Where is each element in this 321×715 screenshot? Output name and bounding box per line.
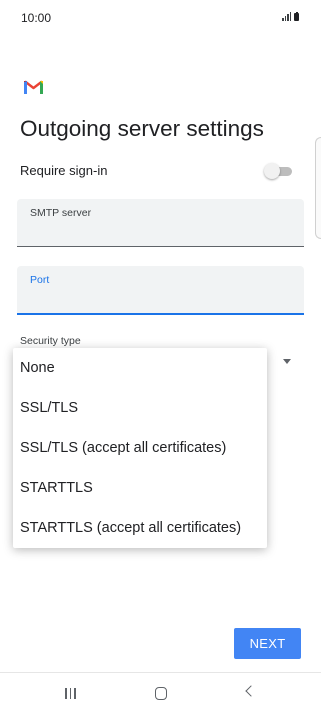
- back-icon[interactable]: [245, 685, 257, 697]
- require-signin-label: Require sign-in: [20, 163, 108, 178]
- security-option-none[interactable]: None: [20, 360, 55, 376]
- navigation-bar: [0, 672, 321, 715]
- security-type-dropdown: None SSL/TLS SSL/TLS (accept all certifi…: [13, 348, 267, 548]
- recent-apps-icon[interactable]: [65, 688, 76, 699]
- status-bar: 10:00: [0, 0, 321, 36]
- security-option-ssl-tls[interactable]: SSL/TLS: [20, 400, 78, 416]
- next-button[interactable]: NEXT: [234, 628, 301, 659]
- page-title: Outgoing server settings: [20, 116, 264, 141]
- security-option-ssl-tls-accept-all[interactable]: SSL/TLS (accept all certificates): [20, 440, 226, 456]
- port-label: Port: [30, 274, 50, 286]
- security-option-starttls[interactable]: STARTTLS: [20, 480, 93, 496]
- smtp-server-label: SMTP server: [30, 207, 92, 219]
- home-icon[interactable]: [155, 687, 167, 700]
- gmail-logo-icon: [24, 80, 43, 94]
- battery-icon: [294, 11, 299, 21]
- port-field[interactable]: Port: [17, 266, 304, 315]
- require-signin-toggle[interactable]: [264, 163, 292, 179]
- status-time: 10:00: [21, 11, 52, 25]
- smtp-server-field[interactable]: SMTP server: [17, 199, 304, 247]
- status-icons: [282, 11, 299, 21]
- security-option-starttls-accept-all[interactable]: STARTTLS (accept all certificates): [20, 520, 241, 536]
- toggle-knob: [264, 163, 280, 179]
- signal-icon: [282, 12, 291, 21]
- port-input[interactable]: [30, 290, 290, 308]
- edge-panel-handle[interactable]: [315, 137, 321, 239]
- security-type-label: Security type: [20, 335, 81, 347]
- smtp-server-input[interactable]: [30, 223, 290, 241]
- dropdown-caret-icon[interactable]: [283, 359, 291, 364]
